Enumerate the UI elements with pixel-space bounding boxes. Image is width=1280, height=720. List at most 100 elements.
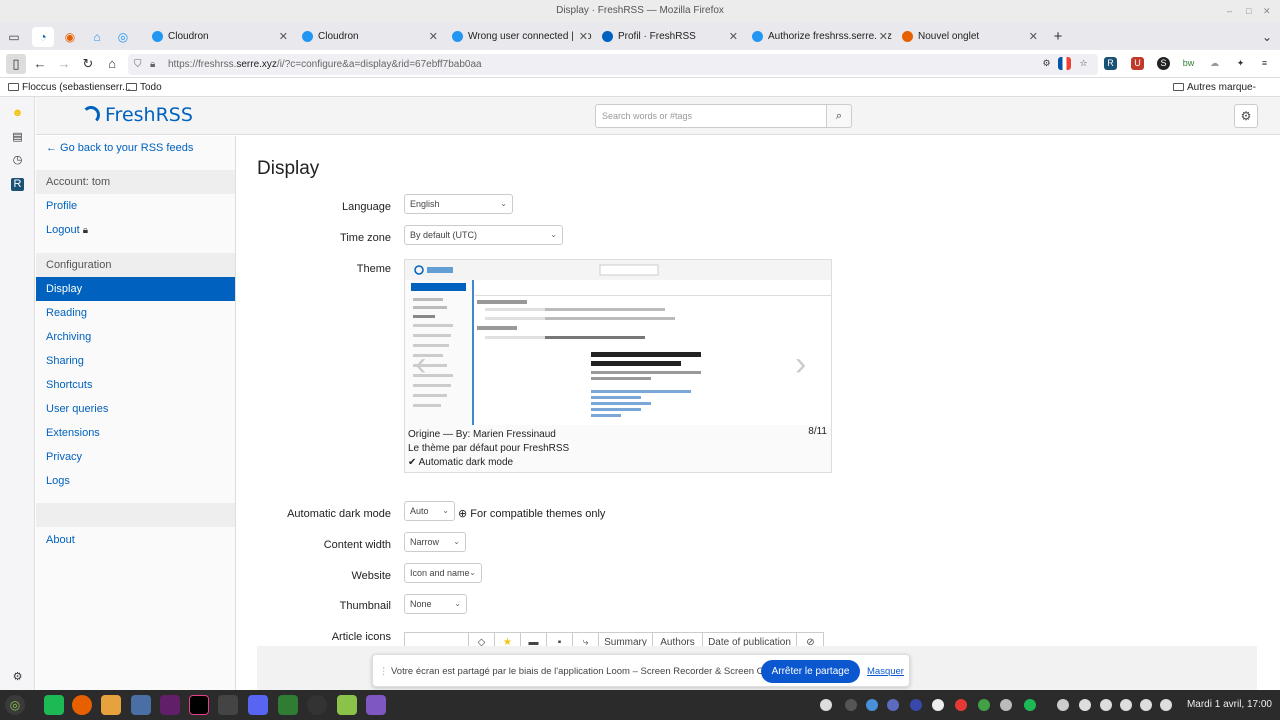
clock[interactable]: Mardi 1 avril, 17:00	[1187, 690, 1272, 720]
mail-icon[interactable]	[131, 695, 151, 715]
tab-close-icon[interactable]: ✕	[429, 25, 438, 49]
k-tray-icon[interactable]	[978, 699, 990, 711]
close-icon[interactable]: ✕	[1263, 0, 1271, 22]
inkscape-icon[interactable]	[307, 695, 327, 715]
shield-icon[interactable]: ⛉	[134, 54, 142, 75]
content-width-select[interactable]: Narrow ⌄	[404, 532, 466, 552]
terminal-icon[interactable]	[218, 695, 238, 715]
slack-tray-icon[interactable]	[866, 699, 878, 711]
french-flag-icon[interactable]	[1058, 57, 1071, 70]
bookmark-star-icon[interactable]: ☆	[1077, 57, 1090, 70]
spotify-icon[interactable]	[44, 695, 64, 715]
tab-close-icon[interactable]: ✕	[279, 25, 288, 49]
website-select[interactable]: Icon and name ⌄	[404, 563, 482, 583]
volume-tray-icon[interactable]	[1120, 699, 1132, 711]
ublock-icon[interactable]: U	[1131, 57, 1144, 70]
tab-close-icon[interactable]: ✕	[729, 25, 738, 49]
tab-cloudron-2[interactable]: Cloudron ✕	[296, 25, 442, 49]
pinned-tab-home[interactable]: ⌂	[86, 27, 108, 47]
mic-tray-icon[interactable]	[845, 699, 857, 711]
battery-tray-icon[interactable]	[1140, 699, 1152, 711]
extensions-puzzle-icon[interactable]: ✦	[1234, 57, 1247, 70]
sidebar-item-logout[interactable]: Logout 🔒︎	[36, 218, 235, 242]
search-icon[interactable]: ⌕	[826, 104, 852, 128]
bookmark-floccus[interactable]: Floccus (sebastienserr...	[8, 78, 130, 97]
sidebar-item-shortcuts[interactable]: Shortcuts	[36, 373, 235, 397]
settings-gear-icon[interactable]: ⚙	[11, 671, 24, 684]
settings-gear-icon[interactable]: ⚙	[1040, 57, 1053, 70]
menu-hamburger-icon[interactable]: ≡	[1258, 57, 1271, 70]
pinned-tab-freshrss[interactable]: ◔	[32, 27, 54, 47]
app-green-icon[interactable]	[337, 695, 357, 715]
back-arrow-icon[interactable]: ←	[30, 54, 50, 74]
slack-icon[interactable]	[160, 695, 180, 715]
bookmark-todo[interactable]: Todo	[126, 78, 162, 97]
tab-close-icon[interactable]: ✕	[875, 25, 888, 49]
carousel-prev-icon[interactable]: ‹	[415, 345, 426, 384]
tab-wrong-user[interactable]: Wrong user connected | Clo ✕	[446, 25, 592, 49]
tab-overflow-chevron-icon[interactable]: ⌄	[1256, 27, 1278, 47]
shield-tray-icon[interactable]	[1057, 699, 1069, 711]
pinned-tab-cloud[interactable]: ◎	[112, 27, 134, 47]
tab-new-tab[interactable]: Nouvel onglet ✕	[896, 25, 1042, 49]
language-select[interactable]: English ⌄	[404, 194, 513, 214]
extension-s-icon[interactable]: S	[1157, 57, 1170, 70]
settings-tray-icon[interactable]	[910, 699, 922, 711]
sidebar-item-logs[interactable]: Logs	[36, 469, 235, 493]
app-purple-icon[interactable]	[366, 695, 386, 715]
sidebar-item-about[interactable]: About	[36, 528, 235, 552]
tab-authorize[interactable]: Authorize freshrss.serre.xyz ✕	[746, 25, 892, 49]
config-gear-icon[interactable]: ⚙	[1234, 104, 1258, 128]
sidebar-item-privacy[interactable]: Privacy	[36, 445, 235, 469]
freshrss-logo[interactable]: FreshRSS	[82, 104, 193, 126]
discord-tray-icon[interactable]	[820, 699, 832, 711]
back-to-feeds-link[interactable]: ← Go back to your RSS feeds	[36, 136, 235, 160]
sidebar-toggle-icon[interactable]: ▯	[6, 54, 26, 74]
sidebar-item-user-queries[interactable]: User queries	[36, 397, 235, 421]
display-tray-icon[interactable]	[932, 699, 944, 711]
stop-sharing-button[interactable]: Arrêter le partage	[761, 660, 860, 683]
tab-list-icon[interactable]: ▭	[3, 27, 25, 47]
new-tab-plus-icon[interactable]: +	[1047, 27, 1069, 47]
home-icon[interactable]: ⌂	[102, 54, 122, 74]
maximize-icon[interactable]: □	[1246, 0, 1251, 22]
reload-icon[interactable]: ↻	[78, 54, 98, 74]
firefox-icon[interactable]	[72, 695, 92, 715]
sidebar-item-display[interactable]: Display	[36, 277, 235, 301]
vpn-tray-icon[interactable]	[1079, 699, 1091, 711]
power-tray-icon[interactable]	[1160, 699, 1172, 711]
tab-close-icon[interactable]: ✕	[1029, 25, 1038, 49]
url-bar[interactable]: ⛉ 🔒︎ https://freshrss.serre.xyz/i/?c=con…	[128, 54, 1098, 75]
wifi-tray-icon[interactable]	[1100, 699, 1112, 711]
thumbnail-select[interactable]: None ⌄	[404, 594, 467, 614]
timezone-select[interactable]: By default (UTC) ⌄	[404, 225, 563, 245]
pinned-tab-firefox[interactable]: ◉	[59, 27, 81, 47]
tab-cloudron-1[interactable]: Cloudron ✕	[146, 25, 292, 49]
darkmode-select[interactable]: Auto ⌄	[404, 501, 455, 521]
phpstorm-icon[interactable]	[189, 695, 209, 715]
lock-icon[interactable]: 🔒︎	[150, 54, 155, 75]
minimize-icon[interactable]: –	[1227, 0, 1232, 22]
sidebar-item-reading[interactable]: Reading	[36, 301, 235, 325]
extension-r-icon[interactable]: R	[11, 178, 24, 191]
mint-menu-icon[interactable]: ◎	[5, 695, 25, 715]
sidebar-item-sharing[interactable]: Sharing	[36, 349, 235, 373]
drag-handle-icon[interactable]: ⋮	[379, 655, 389, 688]
extension-r-icon[interactable]: R	[1104, 57, 1117, 70]
emoji-icon[interactable]: ☻	[11, 107, 24, 120]
clock-icon[interactable]: ◷	[11, 154, 24, 167]
search-input[interactable]: Search words or #tags	[595, 104, 827, 128]
hide-banner-link[interactable]: Masquer	[867, 655, 904, 688]
network-tray-icon[interactable]	[1000, 699, 1012, 711]
shield-app-icon[interactable]	[278, 695, 298, 715]
red-tray-icon[interactable]	[955, 699, 967, 711]
discord-icon[interactable]	[248, 695, 268, 715]
history-stack-icon[interactable]: ▤	[11, 131, 24, 144]
sidebar-item-archiving[interactable]: Archiving	[36, 325, 235, 349]
files-icon[interactable]	[101, 695, 121, 715]
spotify-tray-icon[interactable]	[1024, 699, 1036, 711]
sidebar-item-extensions[interactable]: Extensions	[36, 421, 235, 445]
sidebar-item-profile[interactable]: Profile	[36, 194, 235, 218]
tab-profil-freshrss[interactable]: Profil · FreshRSS ✕	[596, 25, 742, 49]
extension-bw-icon[interactable]: bw	[1182, 57, 1195, 70]
